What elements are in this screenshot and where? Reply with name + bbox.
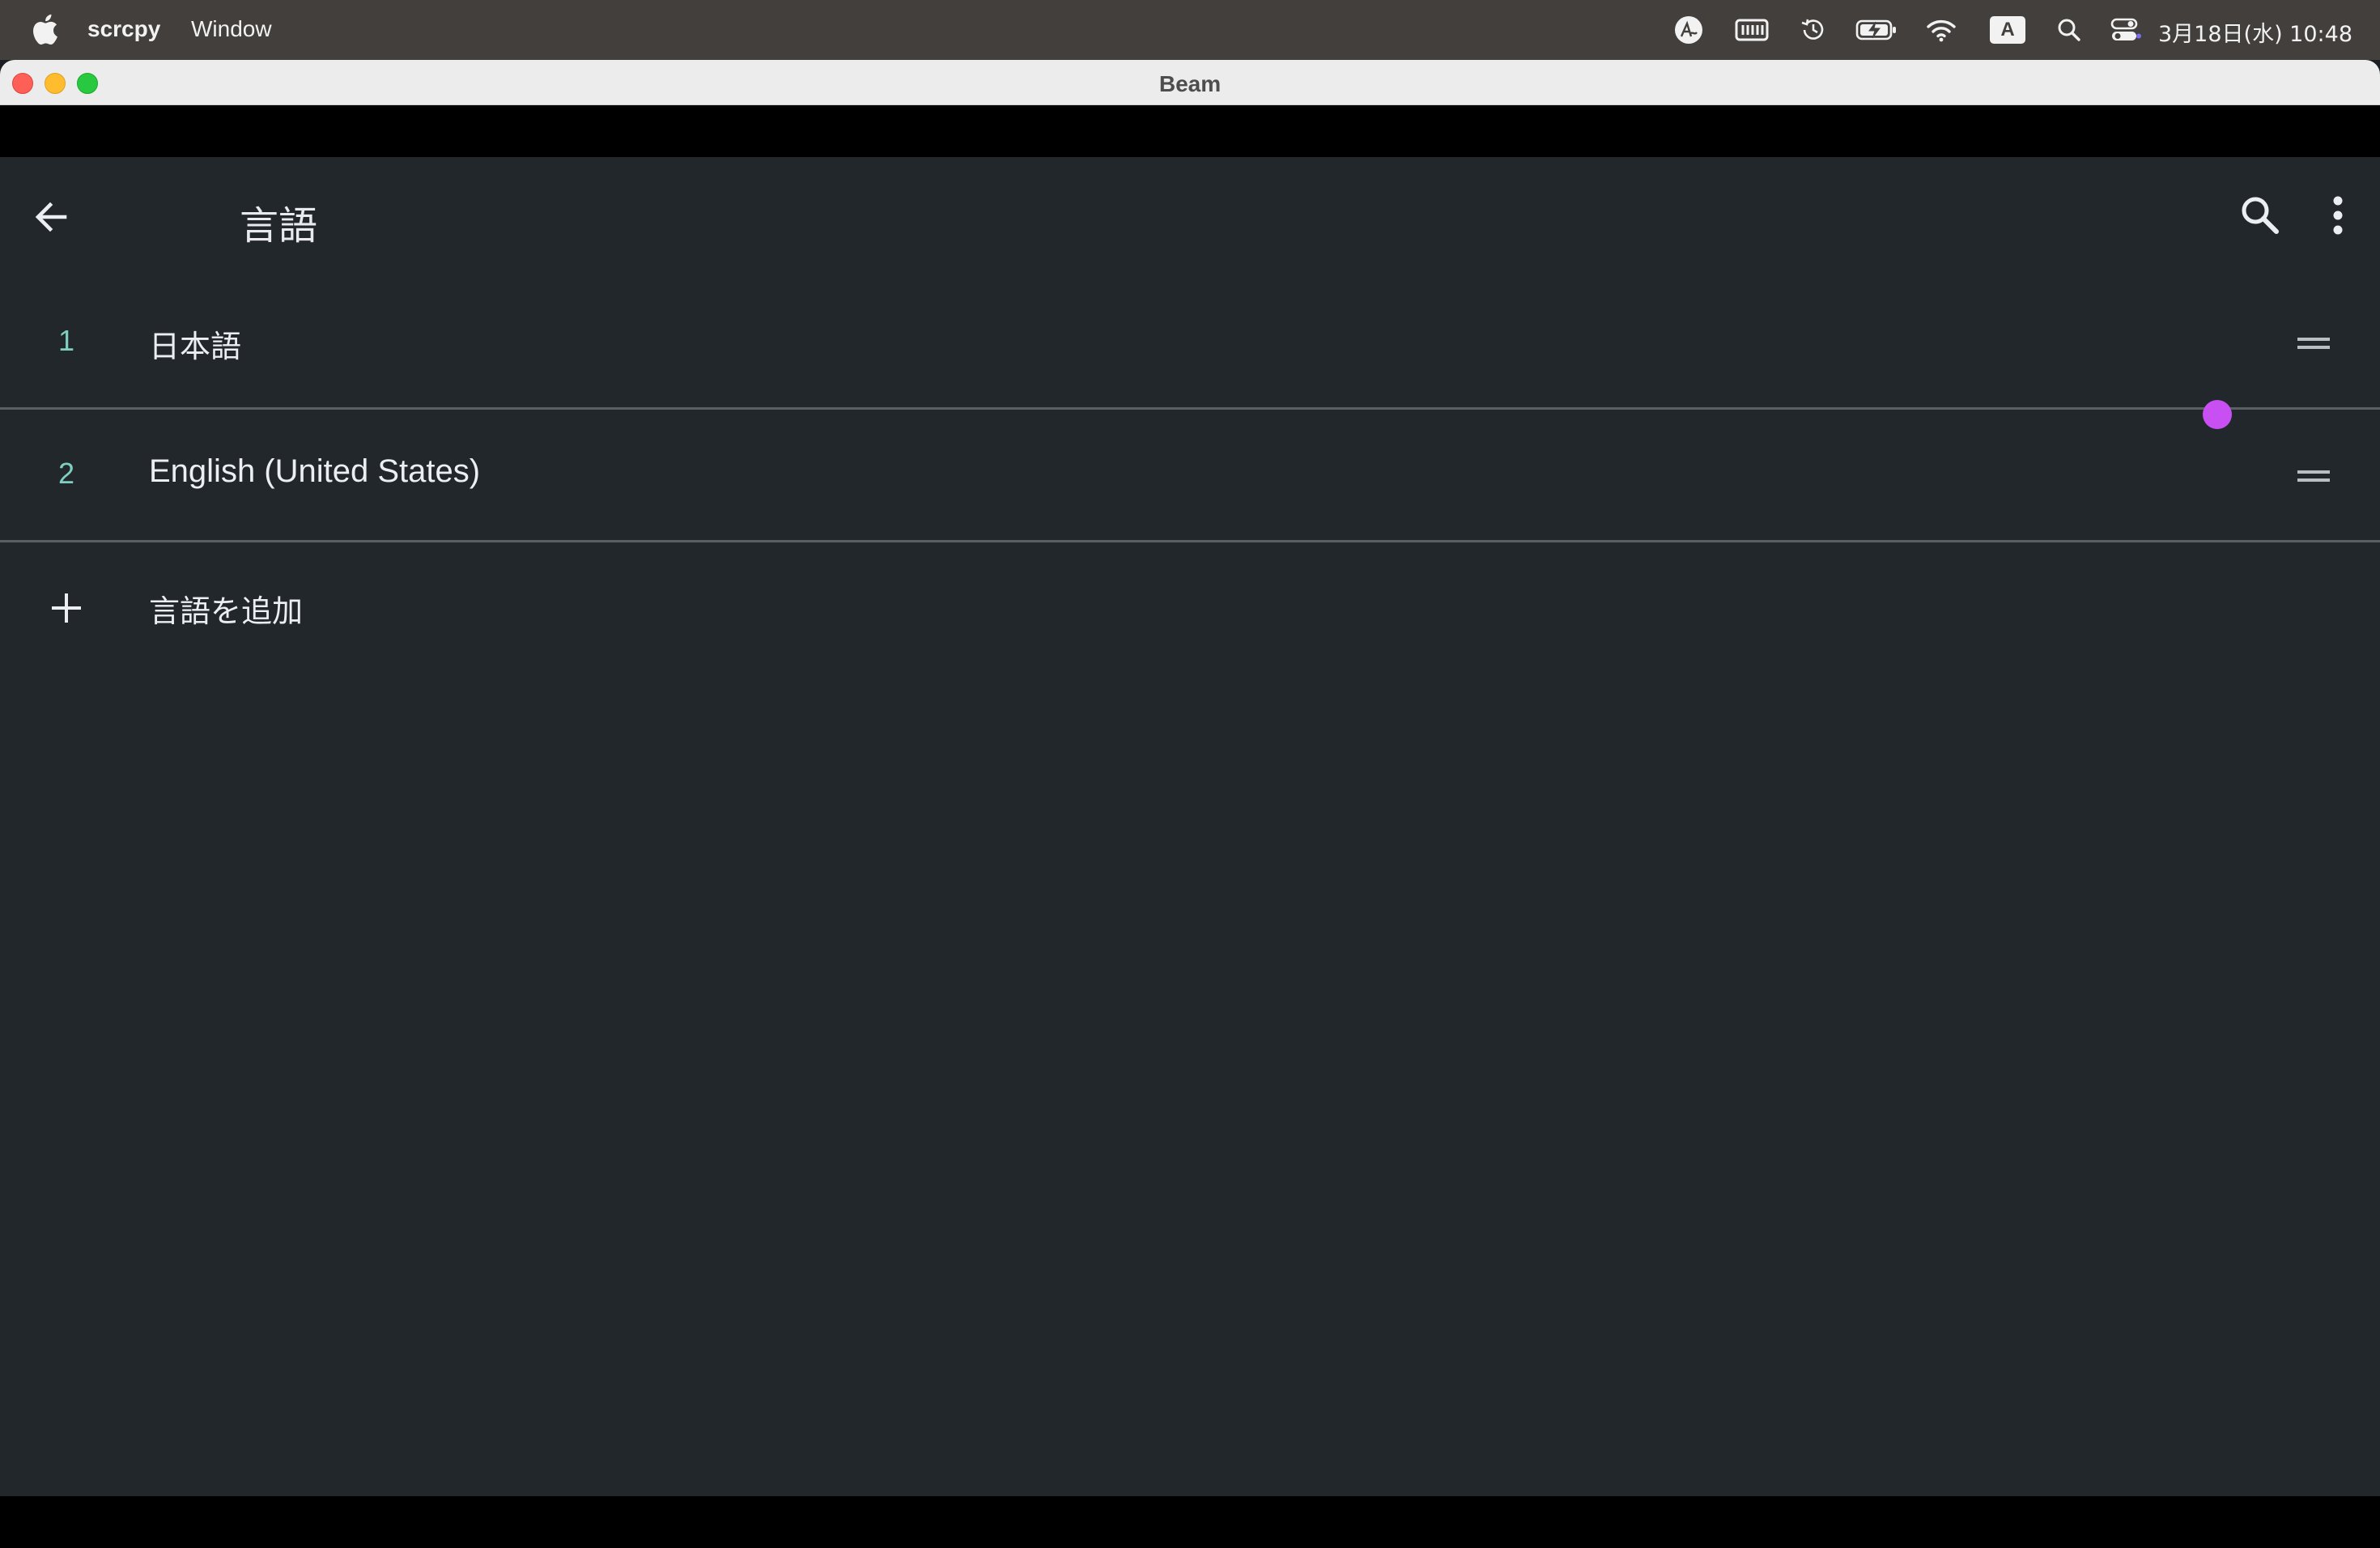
more-options-icon[interactable]	[2322, 191, 2354, 240]
drag-handle-icon[interactable]	[2296, 463, 2331, 489]
menu-window[interactable]: Window	[191, 16, 272, 42]
add-language-label: 言語を追加	[149, 593, 304, 629]
device-bottom-bar	[0, 1496, 2380, 1548]
menu-app-name[interactable]: scrcpy	[87, 16, 160, 42]
menubar-clock[interactable]: 3月18日(水) 10:48	[2158, 16, 2352, 48]
language-name: 日本語	[149, 329, 242, 364]
language-rank: 2	[58, 457, 75, 490]
window-title: Beam	[1158, 71, 1222, 96]
input-source-icon[interactable]: A	[1988, 0, 2027, 60]
menu-bar: scrcpy Window A 3月18日(水) 10:48	[0, 0, 2380, 60]
language-name: English (United States)	[149, 453, 481, 489]
input-source-label: A	[2000, 19, 2015, 40]
time-machine-icon[interactable]	[1797, 0, 1830, 60]
search-icon[interactable]	[2236, 191, 2284, 240]
wifi-icon[interactable]	[1923, 0, 1959, 60]
battery-charging-icon[interactable]	[1854, 0, 1899, 60]
keyboard-icon[interactable]	[1732, 0, 1771, 60]
language-rank: 1	[58, 324, 75, 357]
add-language-button[interactable]: 言語を追加	[0, 551, 2380, 672]
apple-logo-icon[interactable]	[31, 13, 58, 45]
window-titlebar[interactable]: Beam	[0, 60, 2380, 105]
language-item-english[interactable]: 2 English (United States)	[0, 410, 2380, 543]
page-title: 言語	[240, 203, 318, 249]
app-bar: 言語	[0, 157, 2380, 279]
writing-tools-icon[interactable]	[1671, 0, 1706, 60]
drag-handle-icon[interactable]	[2296, 330, 2331, 356]
language-item-japanese[interactable]: 1 日本語	[0, 277, 2380, 410]
plus-icon	[52, 593, 81, 623]
back-arrow-icon[interactable]	[29, 194, 74, 240]
control-center-icon[interactable]	[2108, 0, 2144, 60]
spotlight-search-icon[interactable]	[2055, 0, 2084, 60]
